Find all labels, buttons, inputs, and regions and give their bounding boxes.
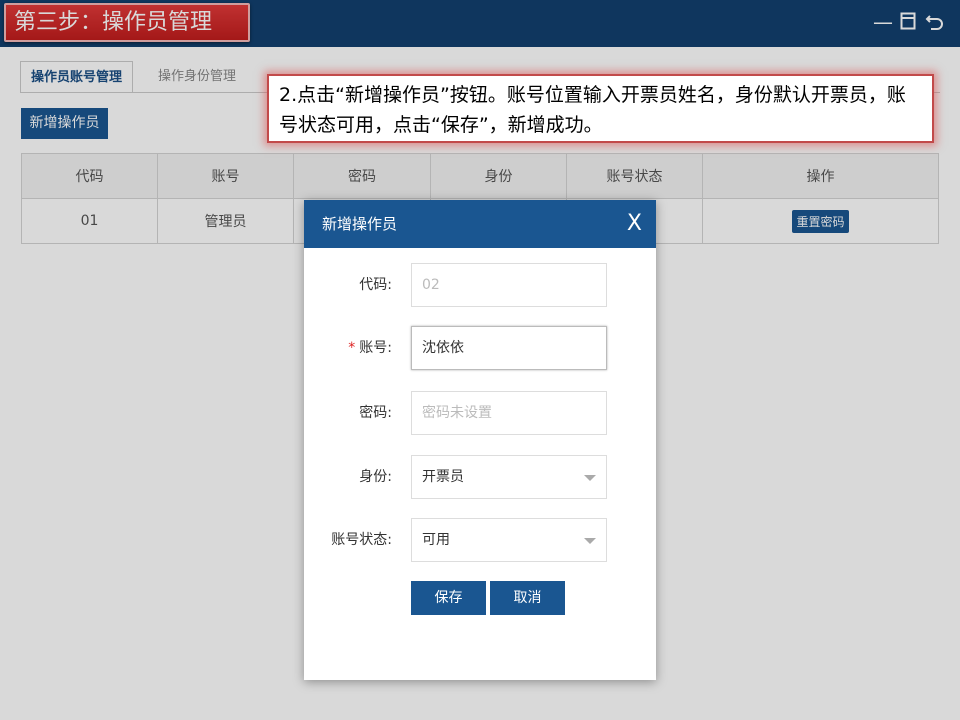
- dialog-title: 新增操作员: [322, 215, 398, 233]
- account-input[interactable]: 沈依依: [411, 326, 607, 370]
- close-icon[interactable]: X: [627, 200, 642, 248]
- dialog-header: 新增操作员 X: [304, 200, 656, 248]
- account-label: * 账号:: [348, 326, 392, 370]
- role-select[interactable]: 开票员: [411, 455, 607, 499]
- status-select-value: 可用: [422, 532, 450, 548]
- status-label: 账号状态:: [331, 532, 392, 548]
- role-label: 身份:: [359, 469, 392, 485]
- status-select[interactable]: 可用: [411, 518, 607, 562]
- code-row: 代码: 02: [304, 263, 656, 307]
- role-select-value: 开票员: [422, 469, 464, 485]
- password-label: 密码:: [359, 405, 392, 421]
- account-label-text: 账号:: [359, 340, 392, 356]
- status-row: 账号状态: 可用: [304, 518, 656, 562]
- account-row: * 账号: 沈依依: [304, 326, 656, 370]
- chevron-down-icon: [584, 475, 596, 481]
- password-row: 密码: 密码未设置: [304, 391, 656, 435]
- password-input[interactable]: 密码未设置: [411, 391, 607, 435]
- instruction-callout: 2.点击“新增操作员”按钮。账号位置输入开票员姓名，身份默认开票员，账号状态可用…: [267, 74, 934, 143]
- chevron-down-icon: [584, 538, 596, 544]
- save-button[interactable]: 保存: [411, 581, 486, 615]
- add-operator-dialog: 新增操作员 X 代码: 02 * 账号: 沈依依 密码: 密码未设置 身份: 开票…: [304, 200, 656, 680]
- code-label: 代码:: [359, 277, 392, 293]
- code-field: 02: [411, 263, 607, 307]
- role-row: 身份: 开票员: [304, 455, 656, 499]
- cancel-button[interactable]: 取消: [490, 581, 565, 615]
- required-mark: *: [348, 340, 356, 356]
